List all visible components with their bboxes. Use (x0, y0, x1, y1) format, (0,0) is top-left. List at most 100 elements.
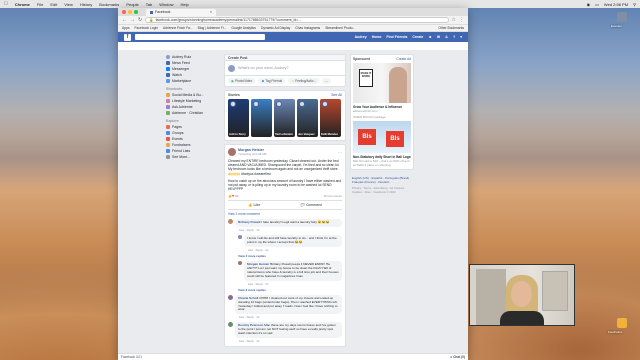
battery-icon[interactable]: ▭ (595, 2, 599, 7)
view-more-comments-link[interactable]: View 1 more comment (228, 212, 342, 216)
reaction-count[interactable]: 👍❤ 80 (228, 194, 238, 198)
facebook-logo-icon[interactable]: f (124, 33, 131, 41)
avatar[interactable] (228, 322, 233, 328)
desktop-label: Fsechalize (608, 330, 623, 334)
bookmark-chas-instagrams[interactable]: Chas Instagrams (295, 26, 320, 30)
star-icon[interactable]: ☆ (452, 17, 456, 23)
avatar[interactable] (228, 148, 236, 156)
friend-requests-icon[interactable]: ☻ (428, 35, 432, 39)
bookmark-facebook-login[interactable]: Facebook Login (135, 26, 158, 30)
browser-tab[interactable]: Facebook × (146, 8, 216, 16)
sidebar-item-label: Social Media & Bu... (172, 93, 204, 97)
footer-links[interactable]: Privacy · Terms · Advertising · Ad Choic… (350, 186, 414, 195)
facebook-search-input[interactable] (135, 34, 265, 40)
photo-video-button[interactable]: ▣ Photo/Video (228, 78, 256, 84)
story-name: Add to Story (229, 131, 246, 136)
menu-tab[interactable]: Tab (146, 2, 152, 7)
add-story-card[interactable]: Add to Story (228, 99, 249, 137)
language-links[interactable]: English (US) · Español · Português (Bras… (350, 173, 414, 187)
webcam-background-shelf (542, 271, 568, 311)
more-options-button[interactable]: ⋯ (321, 78, 332, 84)
like-button[interactable]: 👍 Like (248, 203, 260, 207)
create-ad-link[interactable]: Create Ad (396, 57, 411, 61)
menu-history[interactable]: History (80, 2, 92, 7)
tag-friends-button[interactable]: ☻ Tag Friends (258, 78, 286, 84)
minimize-window-button[interactable] (128, 10, 132, 14)
comment: Chacia Scholl OHHH I cleaned out most of… (228, 294, 342, 319)
see-all-stories-link[interactable]: See All (331, 93, 342, 97)
bookmark-adrienne-finch[interactable]: Adrienne Finch Fa... (163, 26, 193, 30)
ad-image[interactable]: MAKE IT WORK (353, 63, 411, 103)
menu-window[interactable]: Window (159, 2, 173, 7)
story-card[interactable]: Jen Vazquez (297, 99, 318, 137)
smiley-icon: ☺ (291, 79, 295, 83)
nav-find-friends[interactable]: Find Friends (386, 35, 407, 39)
chat-button[interactable]: ● Chat (0) (450, 355, 465, 359)
avatar[interactable] (238, 261, 242, 266)
reaction-count-value: 80 (235, 194, 239, 199)
help-icon[interactable]: ? (453, 35, 455, 39)
menu-view[interactable]: View (64, 2, 73, 7)
notifications-icon[interactable]: ♨ (445, 35, 448, 39)
account-menu-icon[interactable]: ▾ (460, 35, 462, 39)
sidebar-explore-see-more[interactable]: See More... (166, 154, 222, 160)
menubar-clock[interactable]: Wed 2:56 PM (604, 2, 628, 7)
zoom-window-button[interactable] (134, 10, 138, 14)
bookmark-blog[interactable]: Blog | Adrienne Fi... (198, 26, 227, 30)
sidebar-shortcut-adrienne-christian[interactable]: Adrienne · Christian (166, 110, 222, 116)
ad-image[interactable]: BIs BIs (353, 121, 411, 153)
sidebar-item-marketplace[interactable]: Marketplace (166, 78, 222, 84)
search-icon[interactable]: ⚲ (633, 2, 636, 7)
bookmark-streamlined[interactable]: Streamlined Produ... (325, 26, 355, 30)
feeling-activity-button[interactable]: ☺ Feeling/Activ... (288, 78, 319, 84)
back-icon[interactable]: ← (122, 17, 127, 23)
comment-count[interactable]: 16 Comments (323, 194, 342, 198)
nav-profile[interactable]: Audrey (355, 35, 367, 39)
comment-meta[interactable]: Like · Reply · 1d (239, 228, 342, 232)
sidebar-item-label: Ask Adrienne (172, 105, 193, 109)
close-tab-icon[interactable]: × (210, 10, 212, 14)
view-replies-link[interactable]: View 3 more replies (238, 288, 342, 292)
avatar (321, 100, 328, 107)
bookmark-google-analytics[interactable]: Google Analytics (231, 26, 256, 30)
story-card[interactable]: Tad Lehmann (274, 99, 295, 137)
story-card[interactable]: Kelli Mendez (320, 99, 341, 137)
menu-bookmarks[interactable]: Bookmarks (99, 2, 119, 7)
messenger-icon[interactable]: ✉ (437, 35, 440, 39)
menubar-app-name[interactable]: Chrome (15, 2, 30, 7)
post-options-icon[interactable]: ⋯ (338, 150, 342, 155)
webcam-overlay[interactable] (469, 264, 575, 326)
comment-meta[interactable]: Like · Reply · 1d (248, 282, 342, 286)
menu-edit[interactable]: Edit (50, 2, 57, 7)
bookmark-dynamic-ad[interactable]: Dynamic Ad Display (261, 26, 290, 30)
avatar[interactable] (238, 235, 242, 240)
bookmark-other[interactable]: Other Bookmarks (438, 26, 464, 30)
url-input[interactable]: 🔒 facebook.com/groups/stunninghomeacadem… (145, 17, 449, 23)
comment-meta[interactable]: Like · Reply · 1d (239, 339, 342, 343)
desktop-drive-icon[interactable] (617, 12, 627, 22)
forward-icon[interactable]: → (130, 17, 135, 23)
menu-file[interactable]: File (37, 2, 43, 7)
apple-icon[interactable]:  (4, 1, 8, 7)
reload-icon[interactable]: ↻ (138, 17, 142, 23)
bookmark-apps[interactable]: Apps (122, 26, 130, 30)
nav-home[interactable]: Home (372, 35, 382, 39)
menu-people[interactable]: People (126, 2, 138, 7)
wifi-icon[interactable]: ◉ (587, 2, 591, 7)
comment-meta[interactable]: Like · Reply · 1d (239, 315, 342, 319)
avatar[interactable] (228, 219, 233, 225)
view-replies-link[interactable]: View 2 more replies (238, 254, 342, 258)
menu-dots-icon[interactable]: ⋮ (459, 17, 464, 23)
desktop-folder-icon[interactable] (617, 318, 627, 328)
comment-meta[interactable]: Like · Reply · 1d (248, 248, 342, 252)
menu-help[interactable]: Help (180, 2, 188, 7)
close-window-button[interactable] (122, 10, 126, 14)
story-card[interactable] (251, 99, 272, 137)
comment-button[interactable]: 💬 Comment (301, 203, 322, 207)
ad-domain[interactable]: adriennefinch.com (353, 109, 411, 113)
nav-create[interactable]: Create (412, 35, 423, 39)
avatar[interactable] (228, 294, 233, 300)
comment-author[interactable]: Brittany Powell (238, 220, 260, 224)
post-timestamp[interactable]: Yesterday at 9:48 AM (238, 152, 266, 156)
create-post-input[interactable]: What's on your mind, Audrey? (238, 66, 289, 70)
